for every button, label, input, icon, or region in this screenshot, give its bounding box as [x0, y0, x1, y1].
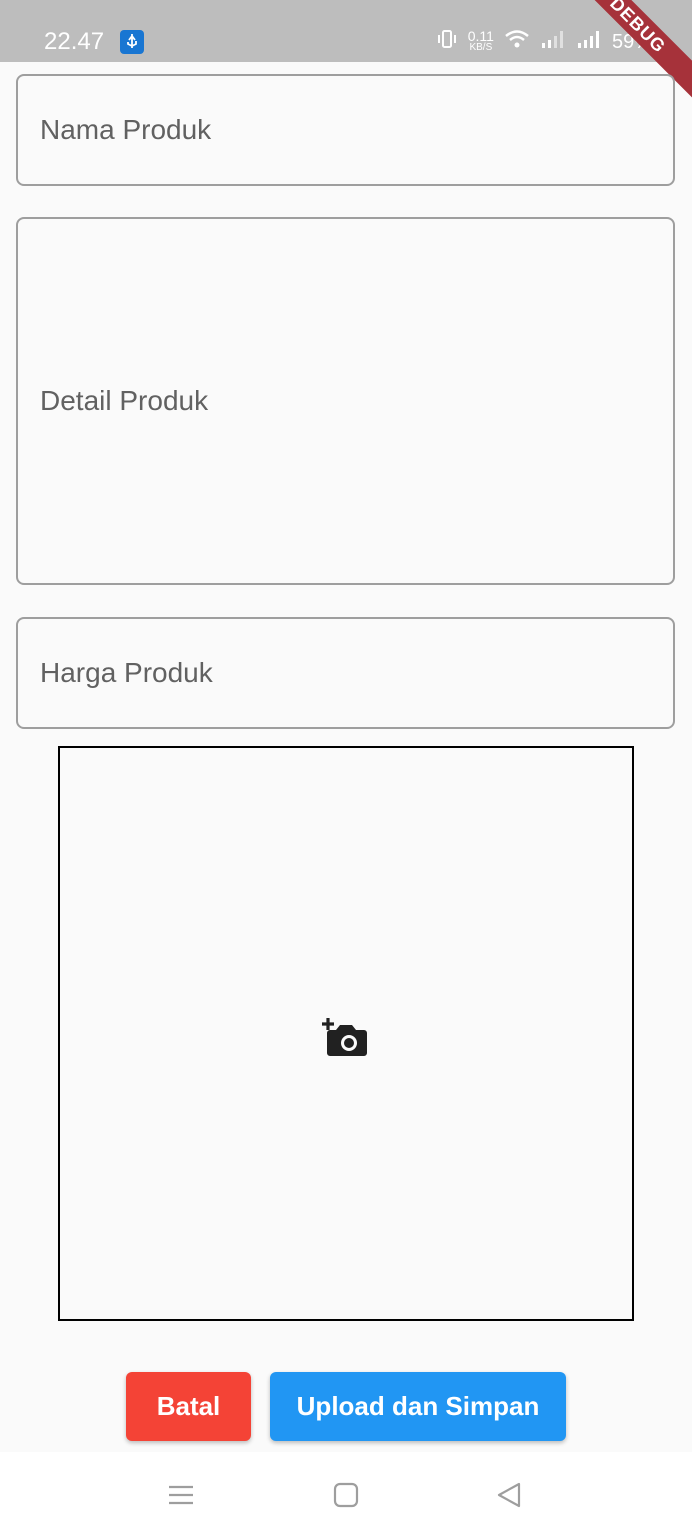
product-name-label: Nama Produk — [40, 114, 212, 145]
product-name-field[interactable]: Nama Produk — [16, 74, 675, 186]
status-time: 22.47 — [44, 28, 105, 55]
wifi-icon — [504, 28, 530, 56]
system-nav-bar — [0, 1452, 692, 1537]
product-detail-label: Detail Produk — [40, 385, 209, 416]
product-price-field[interactable]: Harga Produk — [16, 617, 675, 729]
status-icons: 0.11 KB/S 59% — [436, 28, 652, 56]
product-price-label: Harga Produk — [40, 657, 213, 688]
usb-icon — [120, 30, 144, 54]
network-speed-value: 0.11 — [467, 28, 494, 44]
network-speed: 0.11 KB/S — [467, 28, 494, 53]
image-picker[interactable] — [58, 746, 634, 1321]
signal-icon-2 — [576, 28, 602, 56]
signal-icon-1 — [540, 28, 566, 56]
home-square-icon[interactable] — [331, 1480, 361, 1510]
upload-save-button[interactable]: Upload dan Simpan — [270, 1372, 566, 1441]
add-a-photo-icon[interactable] — [322, 1014, 370, 1058]
status-bar: 22.47 0.11 KB/S 59% DEBUG — [0, 0, 692, 112]
network-speed-unit: KB/S — [469, 42, 493, 53]
vibrate-icon — [436, 28, 458, 56]
back-triangle-icon[interactable] — [494, 1480, 524, 1510]
menu-icon[interactable] — [166, 1480, 196, 1510]
product-detail-field[interactable]: Detail Produk — [16, 217, 675, 585]
cancel-button[interactable]: Batal — [126, 1372, 251, 1441]
